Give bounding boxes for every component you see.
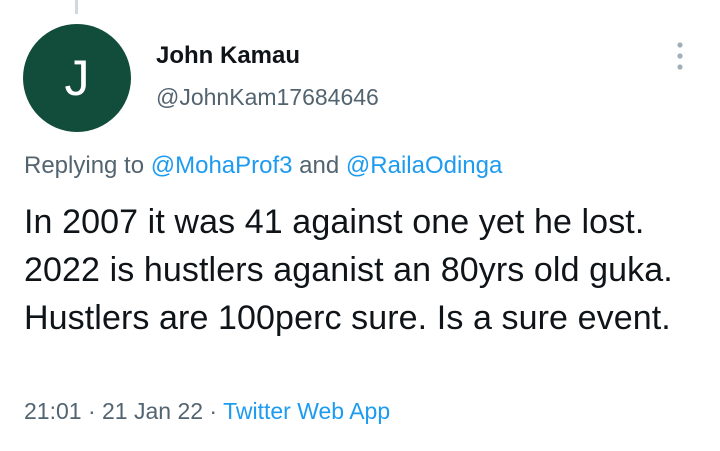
more-options-button[interactable]	[662, 38, 698, 74]
author-display-name[interactable]: John Kamau	[156, 42, 300, 70]
avatar-initial: J	[64, 50, 90, 106]
more-vertical-icon	[677, 42, 683, 70]
tweet-time[interactable]: 21:01	[24, 398, 82, 424]
tweet: J John Kamau @JohnKam17684646 Replying t…	[0, 0, 720, 451]
thread-connector-line	[75, 0, 78, 14]
tweet-source-link[interactable]: Twitter Web App	[223, 398, 390, 424]
mention-link-mohaprof3[interactable]: @MohaProf3	[151, 152, 293, 179]
tweet-metadata: 21:01 · 21 Jan 22 · Twitter Web App	[24, 398, 390, 425]
author-handle[interactable]: @JohnKam17684646	[156, 84, 379, 111]
replying-to-line: Replying to @MohaProf3 and @RailaOdinga	[24, 152, 502, 180]
mention-link-railaodinga[interactable]: @RailaOdinga	[346, 152, 502, 179]
meta-separator: ·	[81, 398, 103, 424]
meta-separator: ·	[203, 398, 224, 424]
replying-connector: and	[292, 152, 346, 179]
tweet-date[interactable]: 21 Jan 22	[102, 398, 203, 424]
replying-prefix: Replying to	[24, 152, 151, 179]
tweet-text: In 2007 it was 41 against one yet he los…	[24, 203, 673, 337]
avatar[interactable]: J	[23, 24, 131, 132]
